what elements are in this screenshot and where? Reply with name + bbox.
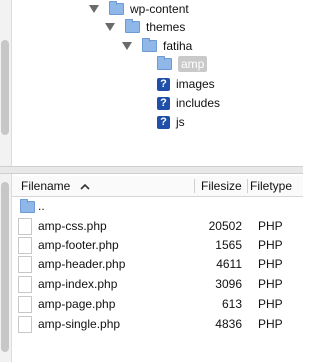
tree-item-wp-content[interactable]: wp-content [89, 0, 189, 18]
pane-divider[interactable] [0, 166, 303, 174]
table-row[interactable]: amp-header.php 4611 PHP [12, 254, 303, 274]
column-separator[interactable] [194, 179, 195, 193]
tree-scrollbar-thumb[interactable] [1, 40, 9, 135]
folder-icon [109, 1, 124, 15]
column-header-label: Filename [21, 179, 71, 193]
list-scrollbar[interactable] [0, 174, 12, 362]
tree-item-images[interactable]: ? images [157, 75, 215, 93]
tree-item-fatiha[interactable]: fatiha [122, 37, 192, 55]
file-icon [18, 316, 32, 333]
directory-tree: wp-content themes fatiha amp ? images ? … [0, 0, 303, 166]
folder-icon [157, 56, 172, 70]
unknown-status-icon: ? [157, 96, 170, 110]
tree-item-label: wp-content [130, 2, 189, 16]
column-separator[interactable] [247, 179, 248, 193]
file-name: .. [38, 199, 45, 213]
column-header-filesize[interactable]: Filesize [201, 179, 242, 193]
folder-icon [142, 38, 157, 52]
file-type: PHP [258, 317, 283, 331]
file-type: PHP [258, 219, 283, 233]
file-name: amp-page.php [38, 297, 116, 311]
file-size: 4611 [216, 257, 242, 271]
file-type: PHP [258, 238, 283, 252]
tree-item-label: fatiha [163, 39, 193, 53]
file-icon [18, 256, 32, 273]
disclosure-triangle-icon[interactable] [105, 23, 115, 31]
folder-icon [20, 199, 35, 213]
table-row[interactable]: amp-css.php 20502 PHP [12, 216, 303, 236]
tree-item-includes[interactable]: ? includes [157, 94, 220, 112]
file-name: amp-single.php [38, 317, 121, 331]
tree-item-label: images [176, 77, 215, 91]
tree-item-js[interactable]: ? js [157, 113, 185, 131]
sort-ascending-icon [80, 179, 90, 193]
list-scrollbar-thumb[interactable] [1, 182, 9, 352]
list-header: Filename Filesize Filetype [12, 176, 303, 197]
file-type: PHP [258, 277, 283, 291]
file-size: 1565 [215, 238, 242, 252]
file-type: PHP [258, 257, 283, 271]
table-row[interactable]: amp-page.php 613 PHP [12, 294, 303, 314]
tree-item-label: includes [176, 96, 221, 110]
file-list: Filename Filesize Filetype .. amp-css.ph… [0, 174, 303, 362]
table-row[interactable]: amp-index.php 3096 PHP [12, 274, 303, 294]
file-icon [18, 276, 32, 293]
tree-item-label: themes [146, 20, 186, 34]
file-size: 20502 [208, 219, 242, 233]
file-size: 4836 [215, 317, 242, 331]
table-row[interactable]: amp-footer.php 1565 PHP [12, 235, 303, 255]
file-name: amp-header.php [38, 257, 126, 271]
table-row[interactable]: amp-single.php 4836 PHP [12, 314, 303, 334]
file-size: 613 [221, 297, 242, 311]
tree-item-amp[interactable]: amp [157, 55, 208, 73]
file-icon [18, 237, 32, 254]
file-icon [18, 218, 32, 235]
tree-scrollbar[interactable] [0, 0, 12, 166]
file-size: 3096 [215, 277, 242, 291]
folder-icon [125, 19, 140, 33]
disclosure-triangle-icon[interactable] [89, 5, 99, 13]
unknown-status-icon: ? [157, 115, 170, 129]
file-name: amp-css.php [38, 219, 107, 233]
unknown-status-icon: ? [157, 77, 170, 91]
tree-item-themes[interactable]: themes [105, 18, 185, 36]
list-item-parent[interactable]: .. [12, 196, 303, 216]
file-icon [18, 296, 32, 313]
file-name: amp-index.php [38, 277, 118, 291]
disclosure-triangle-icon[interactable] [122, 42, 132, 50]
column-header-filetype[interactable]: Filetype [250, 179, 292, 193]
tree-item-label: js [176, 115, 185, 129]
file-name: amp-footer.php [38, 238, 119, 252]
file-type: PHP [258, 297, 283, 311]
column-header-filename[interactable]: Filename [21, 179, 90, 193]
tree-item-label-selected: amp [178, 56, 208, 72]
